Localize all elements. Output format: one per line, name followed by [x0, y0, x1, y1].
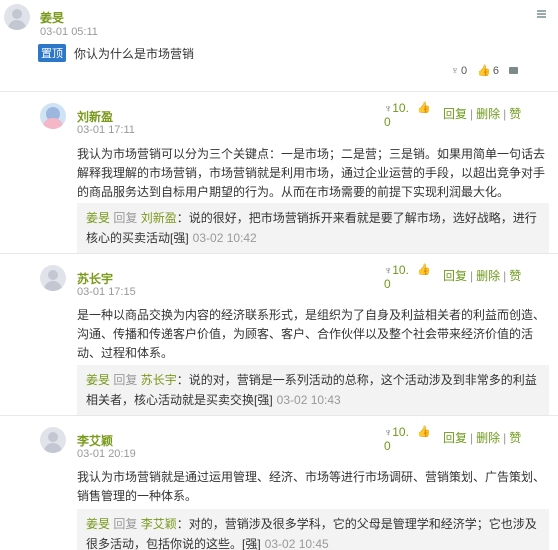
vote-widget[interactable]: ♆10. 👍 0: [384, 102, 431, 129]
topic-title: 你认为什么是市场营销: [74, 47, 195, 61]
like-link[interactable]: 赞: [509, 269, 521, 283]
thumbs-up-icon: 👍: [477, 65, 491, 77]
post-actions: 回复 | 删除 | 赞: [443, 431, 522, 445]
comment-post: 刘新盈 03-01 17:11 ♆10. 👍 0 回复 | 删除 | 赞 我认为市场营销…: [0, 93, 558, 254]
reply-time: 03-02 10:45: [264, 537, 329, 550]
reply-box: 姜旻 回复 李艾颖：对的，营销涉及很多学科，它的父母是管理学和经济学；它也涉及很…: [77, 509, 549, 550]
reply-word: 回复: [113, 373, 138, 387]
reply-link[interactable]: 回复: [443, 107, 467, 121]
comment-post: 李艾颖 03-01 20:19 ♆10. 👍 0 回复 | 删除 | 赞 我认为市场营销…: [0, 417, 558, 550]
pin-icon: ♆: [450, 64, 460, 77]
reply-link[interactable]: 回复: [443, 269, 467, 283]
reply-target[interactable]: 李艾颖: [141, 517, 177, 531]
comment-post: 苏长宇 03-01 17:15 ♆10. 👍 0 回复 | 删除 | 赞 是一种以商品交…: [0, 255, 558, 416]
post-author[interactable]: 苏长宇: [77, 270, 113, 287]
vote-widget[interactable]: ♆10. 👍 0: [384, 426, 431, 453]
reply-time: 03-02 10:42: [192, 231, 257, 245]
post-time: 03-01 17:11: [77, 124, 135, 136]
post-time: 03-01 17:15: [77, 286, 136, 298]
author-avatar[interactable]: [40, 103, 66, 129]
post-actions: 回复 | 删除 | 赞: [443, 107, 522, 121]
topic-author[interactable]: 姜旻: [40, 9, 64, 26]
post-content: 我认为市场营销就是通过运用管理、经济、市场等进行市场调研、营销策划、广告策划、销…: [77, 470, 546, 503]
reply-author[interactable]: 姜旻: [86, 517, 110, 531]
post-content: 我认为市场营销可以分为三个关键点：一是市场；二是营；三是销。如果用简单一句话去解…: [77, 147, 546, 199]
delete-link[interactable]: 删除: [476, 269, 500, 283]
like-link[interactable]: 赞: [509, 431, 521, 445]
topic-header: 姜旻 03-01 05:11 置顶 你认为什么是市场营销 ♆ 0 👍 6: [0, 0, 558, 92]
comment-icon: [509, 67, 518, 74]
reply-time: 03-02 10:43: [276, 393, 341, 407]
post-author[interactable]: 李艾颖: [77, 432, 113, 449]
reply-author[interactable]: 姜旻: [86, 211, 110, 225]
thumbs-up-icon[interactable]: 👍: [417, 426, 431, 439]
reply-link[interactable]: 回复: [443, 431, 467, 445]
pinned-badge: 置顶: [38, 44, 66, 62]
post-actions: 回复 | 删除 | 赞: [443, 269, 522, 283]
reply-target[interactable]: 刘新盈: [141, 211, 177, 225]
comment-count[interactable]: [509, 67, 518, 74]
reply-box: 姜旻 回复 苏长宇：说的对，营销是一系列活动的总称，这个活动涉及到非常多的利益相…: [77, 365, 549, 415]
thumbs-up-icon[interactable]: 👍: [417, 264, 431, 277]
reply-target[interactable]: 苏长宇: [141, 373, 177, 387]
menu-icon[interactable]: [537, 10, 546, 18]
vote-widget[interactable]: ♆10. 👍 0: [384, 264, 431, 291]
author-avatar[interactable]: [40, 427, 66, 453]
reply-box: 姜旻 回复 刘新盈：说的很好，把市场营销拆开来看就是要了解市场，选好战略，进行核…: [77, 203, 549, 253]
like-link[interactable]: 赞: [509, 107, 521, 121]
pin-count[interactable]: ♆ 0: [451, 65, 467, 77]
post-content: 是一种以商品交换为内容的经济联系形式，是组织为了自身及利益相关者的利益而创造、沟…: [77, 308, 546, 360]
reply-word: 回复: [113, 517, 138, 531]
thumbs-up-icon[interactable]: 👍: [417, 102, 431, 115]
author-avatar[interactable]: [40, 265, 66, 291]
topic-time: 03-01 05:11: [40, 26, 98, 38]
topic-stats: ♆ 0 👍 6: [451, 64, 518, 77]
reply-author[interactable]: 姜旻: [86, 373, 110, 387]
author-avatar[interactable]: [4, 4, 30, 30]
like-count[interactable]: 👍 6: [477, 64, 499, 78]
delete-link[interactable]: 删除: [476, 107, 500, 121]
delete-link[interactable]: 删除: [476, 431, 500, 445]
post-author[interactable]: 刘新盈: [77, 108, 113, 125]
post-time: 03-01 20:19: [77, 448, 136, 460]
reply-word: 回复: [113, 211, 138, 225]
